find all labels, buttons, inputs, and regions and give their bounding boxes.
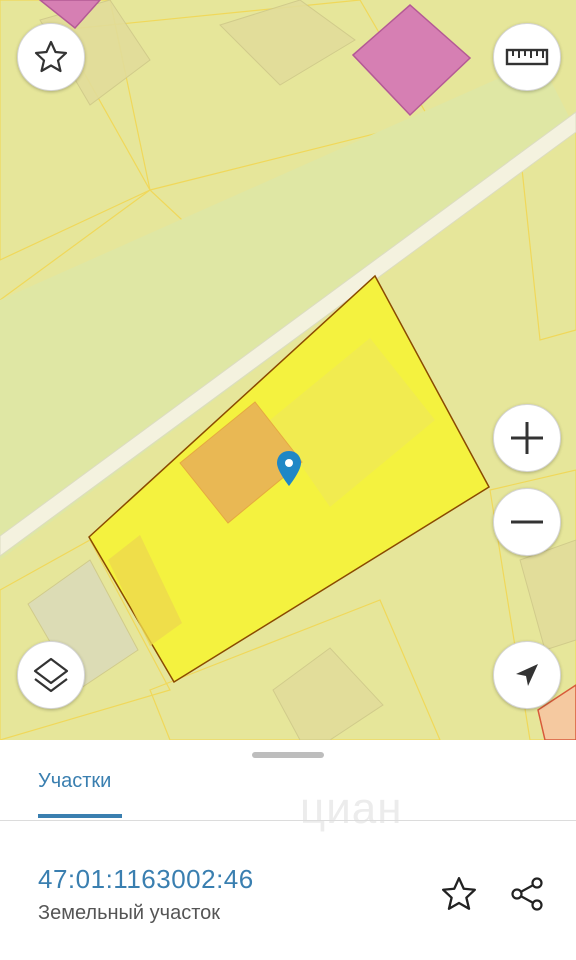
tab-parcels[interactable]: Участки	[38, 770, 111, 793]
locate-button[interactable]	[493, 641, 561, 709]
favorite-parcel-button[interactable]	[437, 872, 481, 916]
zoom-in-button[interactable]	[493, 404, 561, 472]
star-outline-icon	[34, 40, 68, 73]
zoom-out-button[interactable]	[493, 488, 561, 556]
map-canvas[interactable]	[0, 0, 576, 740]
favorite-map-button[interactable]	[17, 23, 85, 91]
share-icon	[511, 877, 543, 911]
drag-handle[interactable]	[252, 752, 324, 758]
layers-button[interactable]	[17, 641, 85, 709]
ruler-button[interactable]	[493, 23, 561, 91]
parcel-type-label: Земельный участок	[38, 902, 221, 924]
plus-icon	[511, 422, 543, 454]
layers-icon	[33, 657, 69, 693]
divider	[0, 820, 576, 821]
minus-icon	[511, 520, 543, 524]
tab-active-indicator	[38, 814, 122, 818]
cadastral-number-link[interactable]: 47:01:1163002:46	[38, 864, 254, 895]
watermark-logo: циан	[300, 784, 403, 833]
star-outline-icon	[442, 877, 476, 910]
ruler-icon	[505, 48, 549, 66]
navigation-arrow-icon	[516, 664, 538, 686]
share-button[interactable]	[505, 872, 549, 916]
bottom-sheet: циан Участки 47:01:1163002:46 Земельный …	[0, 740, 576, 960]
map-view[interactable]	[0, 0, 576, 740]
